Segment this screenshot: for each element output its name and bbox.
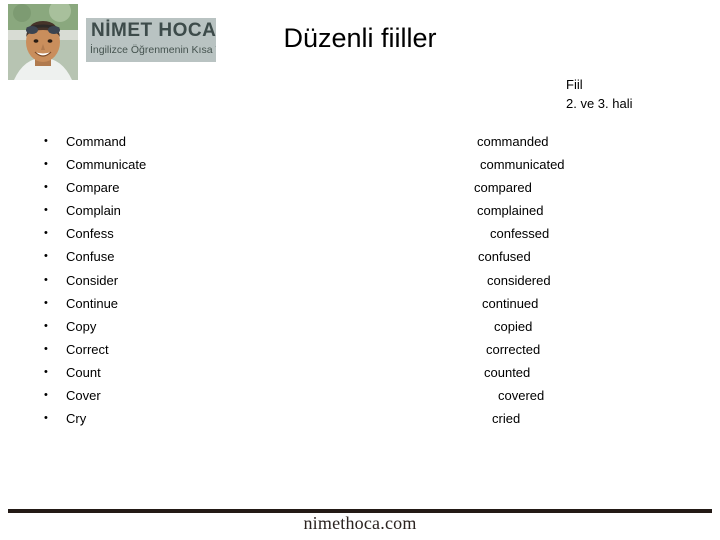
bullet-icon: • <box>44 365 48 378</box>
verb-past-form: counted <box>484 364 531 380</box>
slide-canvas: NİMET HOCA İngilizce Öğrenmenin Kısa Yol… <box>0 0 720 540</box>
heading-fiil: Fiil <box>566 77 583 92</box>
verb-past-form: corrected <box>486 341 541 357</box>
verb-past-form: cried <box>492 411 521 427</box>
verb-base-form: Count <box>66 364 101 380</box>
bullet-icon: • <box>44 342 48 355</box>
verb-base-form: Correct <box>66 341 109 357</box>
logo-title: NİMET HOCA <box>91 20 216 41</box>
bullet-icon: • <box>44 135 48 147</box>
verb-row: • Confess confessed <box>38 222 678 245</box>
verb-base-form: Continue <box>66 295 119 311</box>
verb-row: • Copy copied <box>38 315 678 338</box>
verb-row: • Cover covered <box>38 384 678 407</box>
bullet-icon: • <box>44 227 48 240</box>
verb-base-form: Command <box>66 134 126 149</box>
verb-row: • Correct corrected <box>38 338 678 361</box>
portrait-image <box>8 4 78 80</box>
verb-past-form: considered <box>487 272 551 288</box>
nimet-hoca-logo: NİMET HOCA İngilizce Öğrenmenin Kısa Yol… <box>86 18 216 62</box>
verb-base-form: Copy <box>66 318 97 334</box>
verb-past-form: compared <box>474 180 532 196</box>
verb-past-form: communicated <box>480 157 565 173</box>
verb-past-form: copied <box>494 318 533 334</box>
instructor-portrait <box>8 4 78 80</box>
verb-list: • Command commanded • Communicate communicate… <box>38 130 678 430</box>
bullet-icon: • <box>44 296 48 309</box>
bullet-icon: • <box>44 389 48 402</box>
bullet-icon: • <box>44 412 48 425</box>
column-headings: Fiil 2. ve 3. hali <box>566 75 633 113</box>
logo-subtitle: İngilizce Öğrenmenin Kısa Yolu <box>90 44 216 56</box>
page-title: Düzenli fiiller <box>283 23 437 53</box>
bullet-icon: • <box>44 158 48 171</box>
bullet-icon: • <box>44 250 48 263</box>
verb-base-form: Complain <box>66 203 121 219</box>
verb-row: • Complain complained <box>38 199 678 222</box>
verb-past-form: confused <box>478 249 531 265</box>
verb-row: • Confuse confused <box>38 245 678 268</box>
verb-row: • Count counted <box>38 361 678 384</box>
verb-row: • Consider considered <box>38 269 678 292</box>
heading-hali: 2. ve 3. hali <box>566 96 633 111</box>
verb-row: • Cry cried <box>38 407 678 430</box>
bullet-icon: • <box>44 319 48 332</box>
verb-row: • Compare compared <box>38 176 678 199</box>
verb-base-form: Cover <box>66 388 101 404</box>
verb-past-form: complained <box>477 203 544 219</box>
verb-row: • Communicate communicated <box>38 153 678 176</box>
verb-past-form: continued <box>482 295 539 311</box>
verb-row: • Command commanded <box>38 130 678 153</box>
verb-base-form: Consider <box>66 272 119 288</box>
verb-base-form: Confess <box>66 226 114 242</box>
verb-base-form: Cry <box>66 411 87 427</box>
verb-base-form: Communicate <box>66 157 147 173</box>
verb-past-form: covered <box>498 388 545 404</box>
verb-base-form: Compare <box>66 180 120 196</box>
verb-past-form: commanded <box>477 134 549 149</box>
bullet-icon: • <box>44 181 48 194</box>
verb-row: • Continue continued <box>38 292 678 315</box>
bullet-icon: • <box>44 273 48 286</box>
verb-past-form: confessed <box>490 226 550 242</box>
footer-website: nimethoca.com <box>303 513 417 533</box>
bullet-icon: • <box>44 204 48 217</box>
verb-base-form: Confuse <box>66 249 115 265</box>
